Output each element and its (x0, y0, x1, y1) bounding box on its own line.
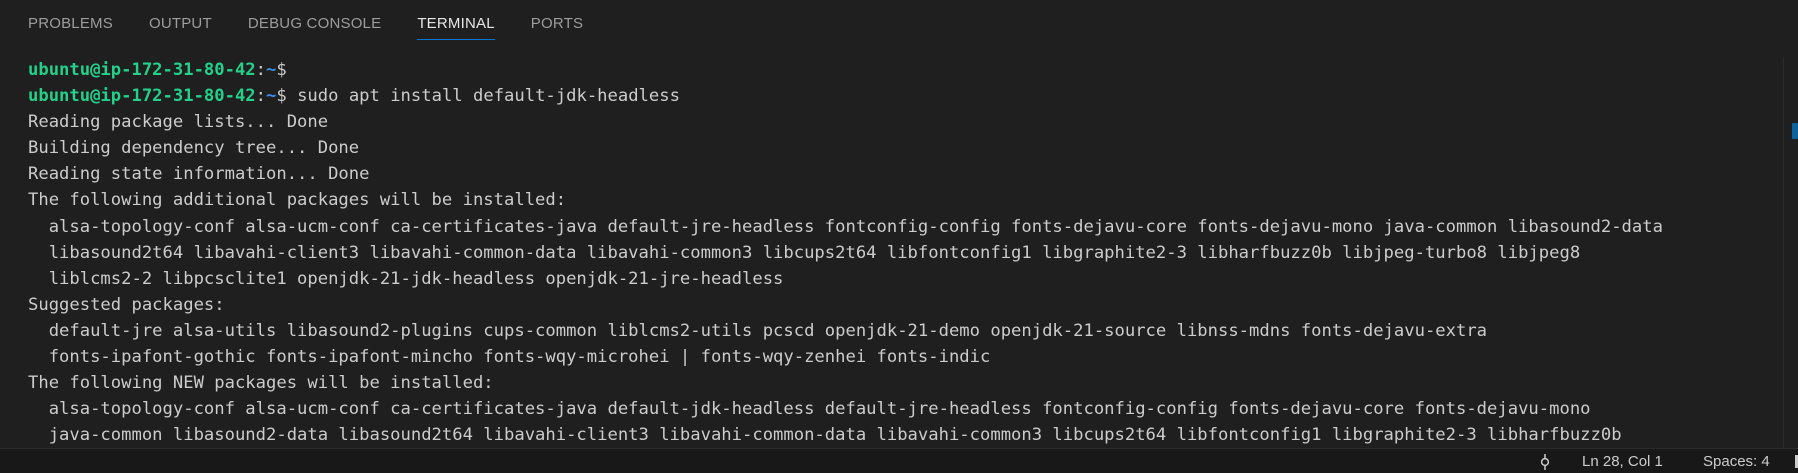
panel-tab-bar: PROBLEMS OUTPUT DEBUG CONSOLE TERMINAL P… (0, 0, 1798, 48)
prompt-separator: : (255, 60, 267, 80)
output-line: Reading package lists... Done (28, 112, 329, 133)
indentation-spaces[interactable]: Spaces: 4 (1703, 449, 1770, 473)
output-line: alsa-topology-conf alsa-ucm-conf ca-cert… (28, 216, 1663, 237)
output-line: default-jre alsa-utils libasound2-plugin… (28, 320, 1488, 341)
output-line: Building dependency tree... Done (28, 138, 360, 159)
tab-ports[interactable]: PORTS (531, 0, 583, 40)
output-line: liblcms2-2 libpcsclite1 openjdk-21-jdk-h… (28, 268, 784, 289)
output-line: java-common libasound2-data libasound2t6… (28, 425, 1622, 446)
output-line: fonts-ipafont-gothic fonts-ipafont-minch… (28, 347, 991, 368)
output-line: Reading state information... Done (28, 164, 370, 185)
output-line: alsa-topology-conf alsa-ucm-conf ca-cert… (28, 399, 1591, 420)
cursor-position[interactable]: Ln 28, Col 1 (1582, 449, 1663, 473)
output-line: Suggested packages: (28, 294, 225, 315)
git-branch-icon[interactable] (1537, 453, 1553, 471)
prompt-path: ~ (266, 86, 277, 107)
scrollbar-thumb[interactable] (1792, 123, 1798, 139)
prompt-user-host: ubuntu@ip-172-31-80-42 (28, 60, 256, 80)
tab-output[interactable]: OUTPUT (149, 0, 212, 40)
terminal-panel: PROBLEMS OUTPUT DEBUG CONSOLE TERMINAL P… (0, 0, 1798, 448)
output-line: libasound2t64 libavahi-client3 libavahi-… (28, 242, 1581, 263)
terminal-scrollbar[interactable] (1783, 57, 1798, 448)
status-bar: Ln 28, Col 1 Spaces: 4 (0, 448, 1798, 473)
output-line: The following NEW packages will be insta… (28, 373, 494, 394)
prompt-separator: : (255, 86, 267, 107)
prompt-symbol: $ (276, 60, 287, 80)
tab-debug-console[interactable]: DEBUG CONSOLE (248, 0, 381, 40)
prompt-line: ubuntu@ip-172-31-80-42:~$ (28, 57, 1778, 83)
terminal-output[interactable]: ubuntu@ip-172-31-80-42:~$ ubuntu@ip-172-… (28, 57, 1778, 447)
prompt-symbol: $ (276, 86, 287, 107)
command-line: ubuntu@ip-172-31-80-42:~$ sudo apt insta… (28, 83, 1778, 109)
tab-problems[interactable]: PROBLEMS (28, 0, 113, 40)
prompt-path: ~ (266, 60, 277, 80)
output-line: The following additional packages will b… (28, 190, 567, 211)
tab-terminal[interactable]: TERMINAL (417, 0, 495, 40)
command-text: sudo apt install default-jdk-headless (286, 86, 680, 107)
prompt-user-host: ubuntu@ip-172-31-80-42 (28, 86, 256, 107)
